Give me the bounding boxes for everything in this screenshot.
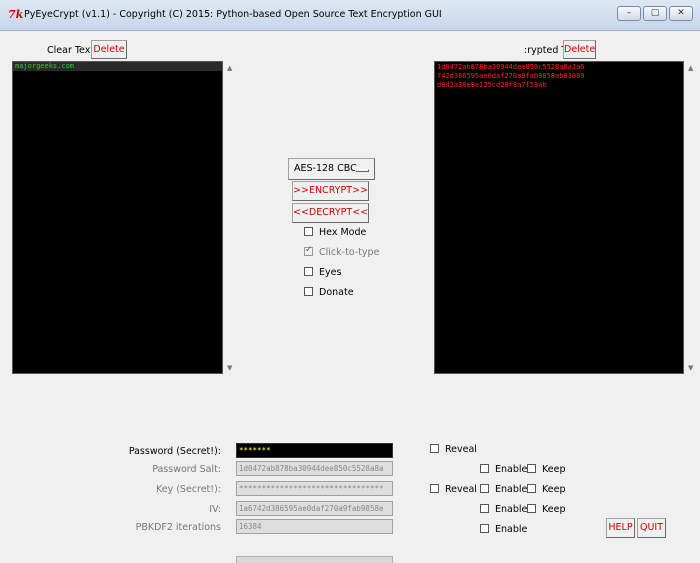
eyes-check-icon <box>304 267 313 276</box>
reveal-password-check-icon <box>430 444 439 453</box>
title-bar: 7k PyEyeCrypt (v1.1) - Copyright (C) 201… <box>0 0 700 31</box>
encrypted-text-scroll-up-icon[interactable]: ▲ <box>688 64 693 72</box>
clear-text-scroll-down-icon[interactable]: ▼ <box>227 364 232 372</box>
dropdown-indicator-icon <box>355 169 369 172</box>
password-salt-label: Password Salt: <box>152 464 221 475</box>
password-input[interactable]: ******* <box>236 443 393 458</box>
status-strip <box>236 556 393 563</box>
clear-text-area[interactable]: majorgeeks.com <box>12 61 223 374</box>
keep-iv-checkbox[interactable]: Keep <box>527 504 565 518</box>
clear-text-delete-button[interactable]: Delete <box>91 40 127 59</box>
close-button[interactable]: ✕ <box>669 6 693 21</box>
encrypted-text-area[interactable]: 1d0472ab878ba30944dee850c5528a8a1a6742d3… <box>434 61 684 374</box>
password-salt-field: 1d0472ab878ba30944dee850c5528a8a <box>236 461 393 476</box>
click-to-type-check-icon <box>304 245 313 256</box>
app-logo-icon: 7k <box>8 8 24 21</box>
window-title: PyEyeCrypt (v1.1) - Copyright (C) 2015: … <box>24 9 442 20</box>
enable-key-check-icon <box>480 484 489 493</box>
hex-mode-check-icon <box>304 227 313 236</box>
hex-mode-checkbox[interactable]: Hex Mode <box>304 227 366 241</box>
encrypted-text-scroll-down-icon[interactable]: ▼ <box>688 364 693 372</box>
maximize-button[interactable]: ▢ <box>643 6 667 21</box>
eyes-checkbox[interactable]: Eyes <box>304 267 341 281</box>
encrypt-button[interactable]: >>ENCRYPT>> <box>292 181 369 201</box>
keep-key-check-icon <box>527 484 536 493</box>
quit-button[interactable]: QUIT <box>637 518 666 538</box>
keep-salt-checkbox[interactable]: Keep <box>527 464 565 478</box>
donate-checkbox[interactable]: Donate <box>304 287 354 301</box>
clear-text-label: Clear Text <box>47 45 95 56</box>
help-button[interactable]: HELP <box>606 518 635 538</box>
iv-label: IV: <box>209 504 221 515</box>
reveal-key-checkbox[interactable]: Reveal <box>430 484 477 498</box>
decrypt-button[interactable]: <<DECRYPT<< <box>292 203 369 223</box>
encrypted-text-content: 1d0472ab878ba30944dee850c5528a8a1a6742d3… <box>437 63 585 89</box>
enable-pbkdf2-check-icon <box>480 524 489 533</box>
clear-text-scroll-up-icon[interactable]: ▲ <box>227 64 232 72</box>
donate-check-icon <box>304 287 313 296</box>
keep-iv-check-icon <box>527 504 536 513</box>
reveal-password-checkbox[interactable]: Reveal <box>430 444 477 458</box>
key-field: ******************************** <box>236 481 393 496</box>
enable-salt-checkbox[interactable]: Enable <box>480 464 527 478</box>
enable-salt-check-icon <box>480 464 489 473</box>
encrypted-text-delete-button[interactable]: Delete <box>563 40 596 59</box>
enable-iv-checkbox[interactable]: Enable <box>480 504 527 518</box>
enable-iv-check-icon <box>480 504 489 513</box>
cipher-select[interactable]: AES-128 CBC <box>288 158 375 180</box>
key-label: Key (Secret!): <box>155 484 221 495</box>
pbkdf2-field: 16384 <box>236 519 393 534</box>
reveal-key-check-icon <box>430 484 439 493</box>
enable-key-checkbox[interactable]: Enable <box>480 484 527 498</box>
keep-salt-check-icon <box>527 464 536 473</box>
click-to-type-checkbox: Click-to-type <box>304 245 379 261</box>
clear-text-content: majorgeeks.com <box>13 62 222 71</box>
minimize-button[interactable]: – <box>617 6 641 21</box>
cipher-select-value: AES-128 CBC <box>294 163 357 174</box>
keep-key-checkbox[interactable]: Keep <box>527 484 565 498</box>
enable-pbkdf2-checkbox[interactable]: Enable <box>480 524 527 538</box>
pbkdf2-label: PBKDF2 iterations <box>135 522 221 533</box>
iv-field: 1a6742d386595ae0daf270a9fab9858e <box>236 501 393 516</box>
encrypted-text-label: :rypted T <box>524 45 568 56</box>
password-label: Password (Secret!): <box>128 446 221 457</box>
